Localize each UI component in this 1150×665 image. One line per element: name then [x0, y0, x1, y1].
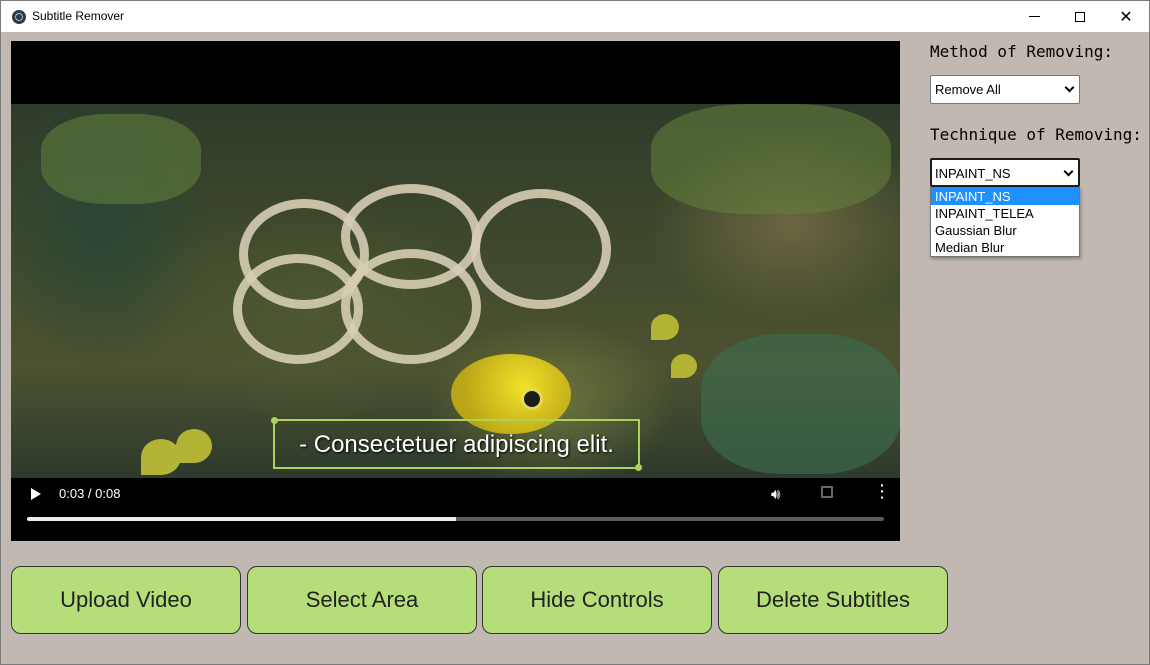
technique-select[interactable]: INPAINT_NS — [930, 158, 1080, 187]
close-icon: ✕ — [1119, 7, 1133, 26]
plastic-ring — [471, 189, 611, 309]
close-button[interactable]: ✕ — [1103, 1, 1149, 32]
clover-leaf — [176, 429, 212, 463]
resize-handle[interactable] — [635, 464, 642, 471]
technique-dropdown-list: INPAINT_NS INPAINT_TELEA Gaussian Blur M… — [930, 187, 1080, 257]
technique-option[interactable]: Gaussian Blur — [931, 222, 1079, 239]
delete-subtitles-button[interactable]: Delete Subtitles — [718, 566, 948, 634]
technique-option[interactable]: Median Blur — [931, 239, 1079, 256]
technique-option[interactable]: INPAINT_NS — [931, 188, 1079, 205]
app-icon — [12, 10, 26, 24]
window-title: Subtitle Remover — [32, 9, 125, 23]
fullscreen-icon[interactable] — [821, 486, 833, 498]
fern-decoration — [651, 104, 891, 214]
maximize-icon — [1075, 11, 1085, 22]
maximize-button[interactable] — [1057, 1, 1103, 32]
upload-video-button[interactable]: Upload Video — [11, 566, 241, 634]
video-controls: 0:03 / 0:08 🔊︎ ⋮ — [11, 478, 900, 541]
plastic-ring — [341, 249, 481, 364]
resize-handle[interactable] — [271, 417, 278, 424]
seek-bar[interactable] — [27, 517, 884, 521]
video-player[interactable]: - Consectetuer adipiscing elit. 0:03 / 0… — [11, 41, 900, 541]
title-bar: Subtitle Remover ✕ — [1, 1, 1149, 32]
technique-label: Technique of Removing: — [930, 125, 1142, 144]
play-icon[interactable] — [31, 488, 41, 500]
minimize-button[interactable] — [1011, 1, 1057, 32]
clover-leaf — [651, 314, 679, 340]
app-window: Subtitle Remover ✕ - Consectetuer adipis… — [0, 0, 1150, 665]
bird-eye — [521, 388, 543, 410]
chevron-down-icon — [1063, 166, 1074, 177]
select-area-button[interactable]: Select Area — [247, 566, 477, 634]
minimize-icon — [1028, 16, 1040, 17]
method-select[interactable]: Remove All — [930, 75, 1080, 104]
hide-controls-button[interactable]: Hide Controls — [482, 566, 712, 634]
technique-select-value: INPAINT_NS — [935, 166, 1011, 181]
technique-option[interactable]: INPAINT_TELEA — [931, 205, 1079, 222]
volume-icon[interactable]: 🔊︎ — [771, 485, 780, 503]
selected-area-box[interactable]: - Consectetuer adipiscing elit. — [271, 417, 642, 471]
method-label: Method of Removing: — [930, 42, 1114, 61]
fern-decoration — [41, 114, 201, 204]
clover-leaf — [141, 439, 181, 475]
time-display: 0:03 / 0:08 — [59, 486, 121, 501]
seek-bar-fill — [27, 517, 456, 521]
subtitle-text: - Consectetuer adipiscing elit. — [299, 431, 614, 458]
fern-decoration — [701, 334, 900, 474]
more-options-icon[interactable]: ⋮ — [873, 483, 891, 501]
chevron-down-icon — [1064, 82, 1075, 93]
method-select-value: Remove All — [935, 82, 1001, 97]
clover-leaf — [671, 354, 697, 378]
